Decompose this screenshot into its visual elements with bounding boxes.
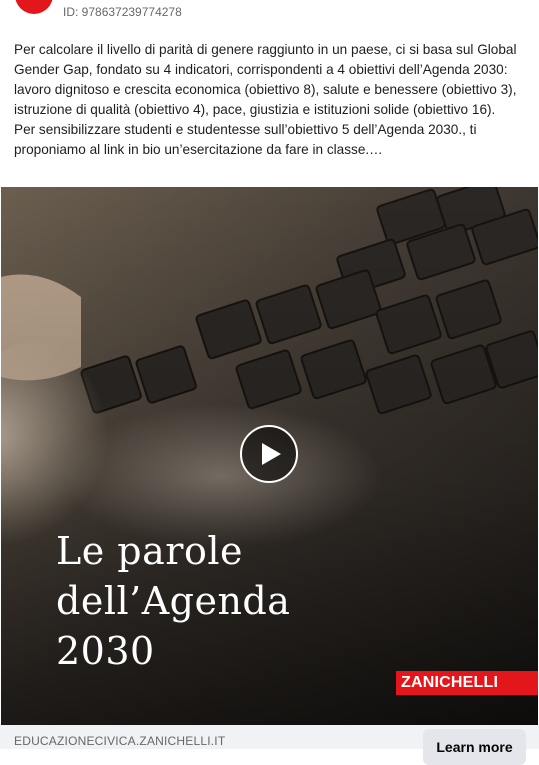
- video-title: Le parole dell’Agenda 2030: [56, 526, 290, 676]
- brand-logo: ZANICHELLI: [396, 671, 538, 695]
- video-title-line: Le parole: [56, 529, 243, 573]
- video-title-line: dell’Agenda: [56, 579, 291, 623]
- ad-body-text: Per calcolare il livello di parità di ge…: [14, 40, 529, 160]
- ad-header: ID: 978637239774278: [0, 0, 539, 30]
- brand-logo-text: ZANICHELLI: [401, 674, 499, 691]
- video-player[interactable]: Le parole dell’Agenda 2030 ZANICHELLI: [1, 187, 538, 725]
- learn-more-button[interactable]: Learn more: [423, 729, 526, 765]
- link-footer[interactable]: EDUCAZIONECIVICA.ZANICHELLI.IT Learn mor…: [0, 725, 539, 765]
- ad-id-label: ID: 978637239774278: [63, 5, 182, 19]
- play-icon: [262, 443, 281, 465]
- ad-body-paragraph: Per sensibilizzare studenti e studentess…: [14, 122, 477, 157]
- advertiser-avatar[interactable]: [15, 0, 53, 14]
- play-button[interactable]: [240, 425, 298, 483]
- link-domain[interactable]: EDUCAZIONECIVICA.ZANICHELLI.IT: [14, 734, 225, 748]
- ad-body-paragraph: Per calcolare il livello di parità di ge…: [14, 42, 517, 117]
- video-title-line: 2030: [56, 629, 155, 673]
